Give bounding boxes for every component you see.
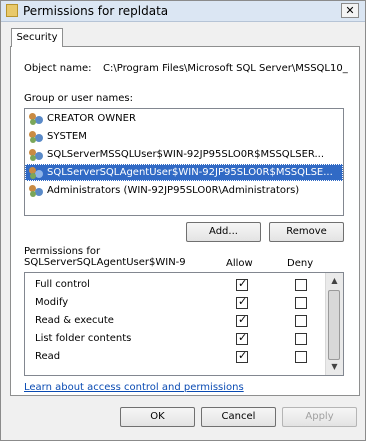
permission-name: Modify bbox=[35, 297, 69, 308]
users-group-icon bbox=[29, 185, 43, 197]
permissions-label: Permissions for SQLServerSQLAgentUser$WI… bbox=[24, 246, 186, 268]
permission-row: Read ✓ bbox=[25, 348, 327, 366]
users-group-icon bbox=[29, 167, 43, 179]
user-item[interactable]: SQLServerMSSQLUser$WIN-92JP95SLO0R$MSSQL… bbox=[25, 146, 343, 163]
object-name-value: C:\Program Files\Microsoft SQL Server\MS… bbox=[103, 63, 348, 74]
permission-row: Modify ✓ bbox=[25, 294, 327, 312]
user-name: Administrators (WIN-92JP95SLO0R\Administ… bbox=[47, 185, 300, 196]
permissions-label-line2: SQLServerSQLAgentUser$WIN-9 bbox=[24, 257, 186, 268]
users-group-icon bbox=[29, 149, 43, 161]
permissions-dialog: Permissions for repldata ✕ Security Obje… bbox=[0, 0, 366, 441]
user-name: SQLServerMSSQLUser$WIN-92JP95SLO0R$MSSQL… bbox=[47, 149, 325, 160]
check-mark-icon: ✓ bbox=[238, 277, 248, 290]
tab-security[interactable]: Security bbox=[11, 28, 63, 47]
deny-checkbox[interactable] bbox=[295, 279, 307, 291]
user-item[interactable]: CREATOR OWNER bbox=[25, 110, 343, 127]
scroll-up-icon[interactable]: ▲ bbox=[326, 273, 343, 289]
user-item-selected[interactable]: SQLServerSQLAgentUser$WIN-92JP95SLO0R$MS… bbox=[25, 164, 343, 181]
window-title: Permissions for repldata bbox=[23, 4, 169, 18]
apply-button: Apply bbox=[282, 407, 357, 427]
scroll-down-icon[interactable]: ▼ bbox=[326, 359, 343, 375]
allow-checkbox[interactable]: ✓ bbox=[236, 331, 248, 345]
permissions-scrollbar[interactable]: ▲ ▼ bbox=[325, 273, 343, 375]
user-name: SQLServerSQLAgentUser$WIN-92JP95SLO0R$MS… bbox=[47, 167, 333, 178]
user-name: SYSTEM bbox=[47, 131, 87, 142]
check-mark-icon: ✓ bbox=[238, 331, 248, 344]
permission-row: Read & execute ✓ bbox=[25, 312, 327, 330]
deny-checkbox[interactable] bbox=[295, 351, 307, 363]
permission-row: List folder contents ✓ bbox=[25, 330, 327, 348]
deny-checkbox[interactable] bbox=[295, 297, 307, 309]
object-name-label: Object name: bbox=[24, 63, 92, 74]
deny-checkbox[interactable] bbox=[295, 315, 307, 327]
permission-name: Full control bbox=[35, 279, 90, 290]
user-item[interactable]: Administrators (WIN-92JP95SLO0R\Administ… bbox=[25, 182, 343, 199]
ok-button[interactable]: OK bbox=[120, 407, 195, 427]
check-mark-icon: ✓ bbox=[238, 349, 248, 362]
allow-checkbox[interactable]: ✓ bbox=[236, 349, 248, 363]
user-item[interactable]: SYSTEM bbox=[25, 128, 343, 145]
folder-icon bbox=[6, 4, 18, 17]
cancel-button[interactable]: Cancel bbox=[201, 407, 276, 427]
close-button[interactable]: ✕ bbox=[341, 3, 359, 18]
title-bar[interactable]: Permissions for repldata ✕ bbox=[1, 1, 365, 22]
users-group-icon bbox=[29, 131, 43, 143]
permissions-table: Full control ✓ Modify ✓ Read & execute ✓… bbox=[24, 272, 344, 376]
allow-checkbox[interactable]: ✓ bbox=[236, 313, 248, 327]
permission-name: Read bbox=[35, 351, 61, 362]
permission-row: Full control ✓ bbox=[25, 276, 327, 294]
permissions-label-line1: Permissions for bbox=[24, 246, 101, 257]
check-mark-icon: ✓ bbox=[238, 313, 248, 326]
group-user-label: Group or user names: bbox=[24, 93, 133, 104]
remove-button[interactable]: Remove bbox=[269, 222, 344, 242]
user-list[interactable]: CREATOR OWNER SYSTEM SQLServerMSSQLUser$… bbox=[24, 108, 344, 216]
check-mark-icon: ✓ bbox=[238, 295, 248, 308]
allow-header: Allow bbox=[226, 258, 253, 269]
permission-name: List folder contents bbox=[35, 333, 132, 344]
deny-header: Deny bbox=[287, 258, 314, 269]
permission-name: Read & execute bbox=[35, 315, 114, 326]
users-group-icon bbox=[29, 113, 43, 125]
add-button[interactable]: Add... bbox=[186, 222, 261, 242]
user-name: CREATOR OWNER bbox=[47, 113, 136, 124]
learn-more-link[interactable]: Learn about access control and permissio… bbox=[24, 382, 244, 393]
deny-checkbox[interactable] bbox=[295, 333, 307, 345]
scroll-thumb[interactable] bbox=[328, 290, 340, 360]
security-panel: Object name: C:\Program Files\Microsoft … bbox=[10, 46, 360, 396]
allow-checkbox[interactable]: ✓ bbox=[236, 277, 248, 291]
allow-checkbox[interactable]: ✓ bbox=[236, 295, 248, 309]
